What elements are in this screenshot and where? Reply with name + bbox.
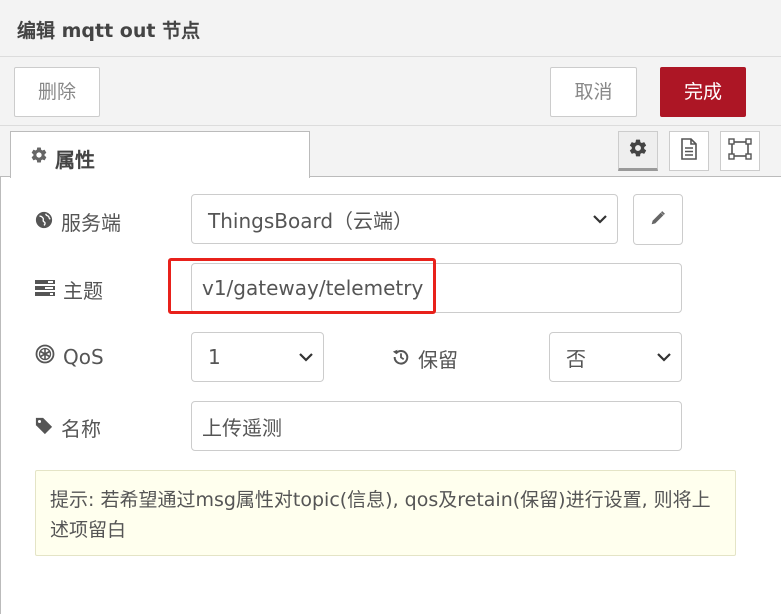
topic-label: 主题 xyxy=(63,279,103,303)
qos-icon xyxy=(35,344,55,369)
dialog-header: 编辑 mqtt out 节点 xyxy=(0,0,781,57)
panel-border xyxy=(0,177,1,614)
broker-value: ThingsBoard（云端） xyxy=(208,208,414,233)
name-input[interactable]: 上传遥测 xyxy=(191,401,682,451)
qos-select[interactable]: 1 xyxy=(191,332,324,382)
broker-label-row: 服务端 xyxy=(35,207,121,236)
tab-properties[interactable]: 属性 xyxy=(10,131,310,178)
appearance-tab-button[interactable] xyxy=(720,131,760,171)
broker-select[interactable]: ThingsBoard（云端） xyxy=(191,194,618,244)
file-text-icon xyxy=(679,138,699,164)
cancel-button[interactable]: 取消 xyxy=(550,67,637,117)
frame-icon xyxy=(728,138,752,164)
retain-label-row: 保留 xyxy=(392,344,458,373)
tip-box: 提示: 若希望通过msg属性对topic(信息), qos及retain(保留)… xyxy=(35,470,736,556)
broker-label: 服务端 xyxy=(61,211,121,235)
delete-button[interactable]: 删除 xyxy=(14,67,100,117)
name-label: 名称 xyxy=(61,417,101,441)
edit-broker-button[interactable] xyxy=(633,194,683,245)
chevron-down-icon xyxy=(583,214,617,224)
name-label-row: 名称 xyxy=(35,413,101,442)
dialog-title: 编辑 mqtt out 节点 xyxy=(17,20,201,42)
name-value: 上传遥测 xyxy=(202,415,282,440)
topic-value: v1/gateway/telemetry xyxy=(202,276,424,300)
gear-icon xyxy=(628,138,648,162)
pencil-icon xyxy=(649,209,667,231)
tag-icon xyxy=(35,416,53,440)
chevron-down-icon xyxy=(647,352,681,362)
dialog-toolbar: 删除 取消 完成 xyxy=(0,57,781,126)
tasks-icon xyxy=(35,278,55,302)
history-icon xyxy=(392,347,410,371)
qos-label-row: QoS xyxy=(35,344,104,369)
gear-icon xyxy=(30,146,48,164)
description-tab-button[interactable] xyxy=(669,131,709,171)
tip-text: 提示: 若希望通过msg属性对topic(信息), qos及retain(保留)… xyxy=(50,489,711,541)
chevron-down-icon xyxy=(289,352,323,362)
settings-tab-button[interactable] xyxy=(618,131,658,171)
qos-value: 1 xyxy=(208,345,221,369)
tab-properties-label: 属性 xyxy=(55,148,95,172)
topic-label-row: 主题 xyxy=(35,275,103,304)
done-button[interactable]: 完成 xyxy=(660,67,746,117)
retain-label: 保留 xyxy=(418,348,458,372)
qos-label: QoS xyxy=(63,344,104,369)
retain-select[interactable]: 否 xyxy=(549,332,682,382)
topic-input[interactable]: v1/gateway/telemetry xyxy=(191,263,682,313)
retain-value: 否 xyxy=(566,346,586,371)
tab-bar: 属性 xyxy=(0,126,781,178)
globe-icon xyxy=(35,210,53,234)
